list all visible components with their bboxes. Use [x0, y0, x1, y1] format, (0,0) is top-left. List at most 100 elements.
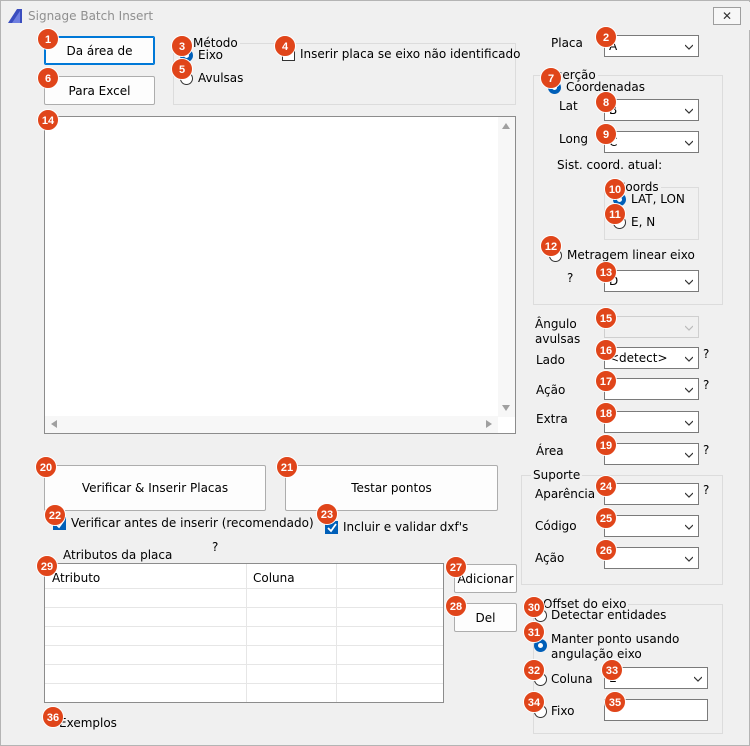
verificar-inserir-button[interactable]: Verificar & Inserir Placas [44, 465, 266, 511]
atributos-label: Atributos da placa [63, 548, 173, 562]
exemplos-link[interactable]: Exemplos [59, 716, 117, 730]
annotation-badge: 34 [523, 691, 545, 713]
window-title: Signage Batch Insert [28, 9, 154, 23]
area-help[interactable]: ? [703, 443, 709, 457]
close-button[interactable]: ✕ [713, 7, 741, 25]
avulsas-label: Avulsas [198, 71, 244, 85]
chevron-down-icon [685, 524, 693, 530]
annotation-badge: 28 [445, 595, 467, 617]
annotation-badge: 2 [595, 26, 617, 48]
annotation-badge: 26 [595, 539, 617, 561]
scroll-down-icon[interactable] [502, 405, 510, 411]
del-label: Del [475, 610, 496, 625]
annotation-badge: 27 [445, 556, 467, 578]
annotation-badge: 10 [604, 178, 626, 200]
table-row [45, 683, 443, 684]
annotation-badge: 3 [171, 35, 193, 57]
table-row [45, 645, 443, 646]
suporte-group-label: Suporte [531, 468, 583, 482]
coluna-label: Coluna [551, 672, 593, 686]
chevron-down-icon [685, 387, 693, 393]
annotation-badge: 4 [274, 35, 296, 57]
area-label: Área [536, 444, 564, 458]
para-excel-button[interactable]: Para Excel [44, 76, 155, 105]
scroll-left-icon[interactable] [51, 420, 57, 428]
extra-label: Extra [536, 412, 568, 426]
da-area-button[interactable]: Da área de [44, 36, 155, 65]
chevron-down-icon [685, 420, 693, 426]
manter-label-line2: angulação eixo [551, 647, 642, 661]
horizontal-scrollbar[interactable] [45, 416, 498, 433]
annotation-badge: 18 [595, 402, 617, 424]
annotation-badge: 21 [276, 456, 298, 478]
suporte-acao-label: Ação [535, 551, 565, 565]
area-select[interactable] [604, 443, 699, 465]
table-row [45, 664, 443, 665]
aparencia-select[interactable] [604, 483, 699, 505]
aparencia-help[interactable]: ? [703, 483, 709, 497]
lado-select-value: <detect> [609, 351, 668, 365]
metragem-help[interactable]: ? [567, 271, 573, 285]
manter-label-line1: Manter ponto usando [551, 632, 680, 646]
fixo-label: Fixo [551, 704, 575, 718]
codigo-label: Código [535, 519, 577, 533]
chevron-down-icon [694, 676, 702, 682]
detectar-label: Detectar entidades [551, 608, 667, 622]
scroll-up-icon[interactable] [502, 123, 510, 129]
angulo-select[interactable] [604, 316, 699, 338]
data-listbox[interactable] [44, 116, 516, 434]
testar-pontos-button[interactable]: Testar pontos [285, 465, 498, 511]
atributos-grid[interactable]: Atributo Coluna [44, 563, 444, 703]
annotation-badge: 6 [37, 67, 59, 89]
metragem-select[interactable]: D [604, 270, 699, 292]
codigo-select[interactable] [604, 515, 699, 537]
suporte-acao-select[interactable] [604, 547, 699, 569]
incluir-validar-label: Incluir e validar dxf's [343, 520, 469, 534]
annotation-badge: 17 [595, 370, 617, 392]
atributos-help[interactable]: ? [212, 540, 218, 554]
chevron-down-icon [685, 140, 693, 146]
lado-select[interactable]: <detect> [604, 347, 699, 369]
testar-pontos-label: Testar pontos [351, 481, 432, 495]
app-window: Signage Batch Insert ✕ Da área de Para E… [0, 0, 750, 746]
annotation-badge: 35 [604, 691, 626, 713]
annotation-badge: 31 [523, 621, 545, 643]
annotation-badge: 19 [595, 434, 617, 456]
annotation-badge: 13 [595, 261, 617, 283]
acao-help[interactable]: ? [703, 378, 709, 392]
adicionar-label: Adicionar [457, 571, 514, 586]
title-bar: Signage Batch Insert ✕ [2, 2, 750, 30]
chevron-down-icon [685, 108, 693, 114]
placa-select[interactable]: A [604, 35, 699, 57]
annotation-badge: 11 [604, 203, 626, 225]
table-row [45, 588, 443, 589]
acao-label: Ação [536, 383, 566, 397]
da-area-label: Da área de [66, 43, 133, 58]
annotation-badge: 14 [37, 109, 59, 131]
chevron-down-icon [685, 452, 693, 458]
aparencia-label: Aparência [535, 487, 596, 501]
chevron-down-icon [685, 279, 693, 285]
verificar-inserir-label: Verificar & Inserir Placas [81, 481, 229, 495]
lado-help[interactable]: ? [703, 347, 709, 361]
grid-header-coluna: Coluna [253, 571, 295, 585]
placa-label: Placa [551, 36, 583, 50]
chevron-down-icon [685, 325, 693, 331]
annotation-badge: 12 [540, 235, 562, 257]
lat-label: Lat [559, 99, 578, 113]
annotation-badge: 1 [37, 28, 59, 50]
long-label: Long [559, 132, 589, 146]
angulo-label-line2: avulsas [535, 332, 581, 346]
chevron-down-icon [685, 556, 693, 562]
long-select[interactable]: C [604, 131, 699, 153]
grid-header-atributo: Atributo [52, 571, 101, 585]
annotation-badge: 32 [523, 659, 545, 681]
e-n-label: E, N [631, 215, 656, 229]
acao-select[interactable] [604, 378, 699, 400]
scroll-right-icon[interactable] [486, 420, 492, 428]
extra-select[interactable] [604, 411, 699, 433]
lat-select[interactable]: B [604, 99, 699, 121]
vertical-scrollbar[interactable] [498, 117, 515, 417]
chevron-down-icon [685, 44, 693, 50]
sist-coord-label: Sist. coord. atual: [557, 158, 663, 172]
